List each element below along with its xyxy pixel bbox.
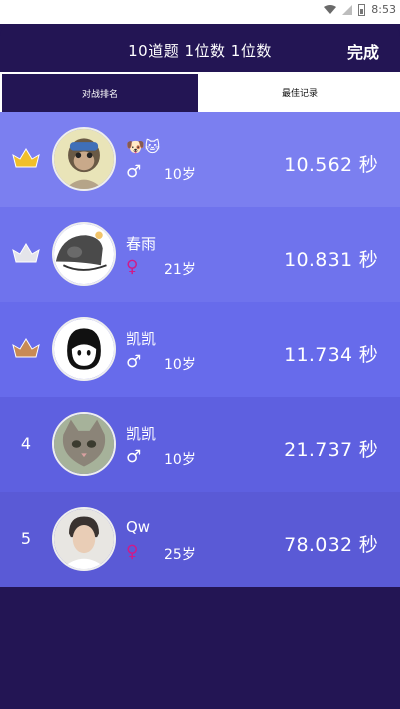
male-icon: ♂: [126, 447, 142, 467]
avatar[interactable]: [52, 317, 116, 381]
player-age: 25岁: [164, 547, 196, 563]
cartoon-avatar-icon: [54, 224, 114, 284]
male-icon: ♂: [126, 352, 142, 372]
avatar[interactable]: [52, 507, 116, 571]
ape-avatar-icon: [54, 129, 114, 189]
player-name: 凯凯: [126, 425, 157, 443]
rank-3-badge: [10, 334, 42, 362]
player-name: 凯凯: [126, 330, 157, 348]
player-age: 10岁: [164, 357, 196, 373]
battery-icon: [358, 3, 366, 16]
player-name: 🐶🐱: [126, 138, 161, 156]
header-bar: 10道题 1位数 1位数 完成: [0, 24, 400, 72]
avatar[interactable]: [52, 127, 116, 191]
rank-2-badge: [10, 239, 42, 267]
completion-time: 11.734 秒: [284, 344, 378, 366]
ranking-row[interactable]: 🐶🐱 ♂ 10岁 10.562 秒: [0, 112, 400, 207]
tab-battle-ranking[interactable]: 对战排名: [0, 72, 200, 112]
player-age: 21岁: [164, 262, 196, 278]
completion-time: 10.562 秒: [284, 154, 378, 176]
female-icon: ♀: [126, 257, 139, 277]
status-icons: 8:53: [324, 3, 396, 16]
completion-time: 10.831 秒: [284, 249, 378, 271]
portrait-avatar-icon: [54, 509, 114, 569]
ranking-row[interactable]: 4 凯凯 ♂ 10岁 21.737 秒: [0, 397, 400, 492]
female-icon: ♀: [126, 542, 139, 562]
player-name: 春雨: [126, 235, 157, 253]
ranking-row[interactable]: 春雨 ♀ 21岁 10.831 秒: [0, 207, 400, 302]
avatar[interactable]: [52, 412, 116, 476]
rank-number: 4: [20, 433, 32, 453]
tab-bar: 对战排名 最佳记录: [0, 72, 400, 112]
smiley-avatar-icon: [54, 319, 114, 379]
kitten-avatar-icon: [54, 414, 114, 474]
ranking-row[interactable]: 5 Qw ♀ 25岁 78.032 秒: [0, 492, 400, 587]
rank-1-badge: [10, 144, 42, 172]
bronze-crown-icon: [12, 338, 40, 358]
ranking-row[interactable]: 凯凯 ♂ 10岁 11.734 秒: [0, 302, 400, 397]
ranking-list: 🐶🐱 ♂ 10岁 10.562 秒 春雨 ♀ 21岁 10.831 秒 凯凯 ♂…: [0, 112, 400, 587]
silver-crown-icon: [12, 243, 40, 263]
signal-icon: [342, 4, 353, 15]
male-icon: ♂: [126, 162, 142, 182]
page-title: 10道题 1位数 1位数: [128, 42, 272, 60]
rank-number: 5: [20, 528, 32, 548]
completion-time: 78.032 秒: [284, 534, 378, 556]
status-bar: 8:53: [0, 0, 400, 24]
completion-time: 21.737 秒: [284, 439, 378, 461]
status-time: 8:53: [371, 3, 396, 16]
wifi-icon: [324, 5, 337, 14]
player-name: Qw: [126, 518, 151, 536]
tab-best-record[interactable]: 最佳记录: [200, 72, 400, 112]
player-age: 10岁: [164, 167, 196, 183]
done-button[interactable]: 完成: [347, 39, 379, 63]
gold-crown-icon: [12, 148, 40, 168]
player-age: 10岁: [164, 452, 196, 468]
avatar[interactable]: [52, 222, 116, 286]
